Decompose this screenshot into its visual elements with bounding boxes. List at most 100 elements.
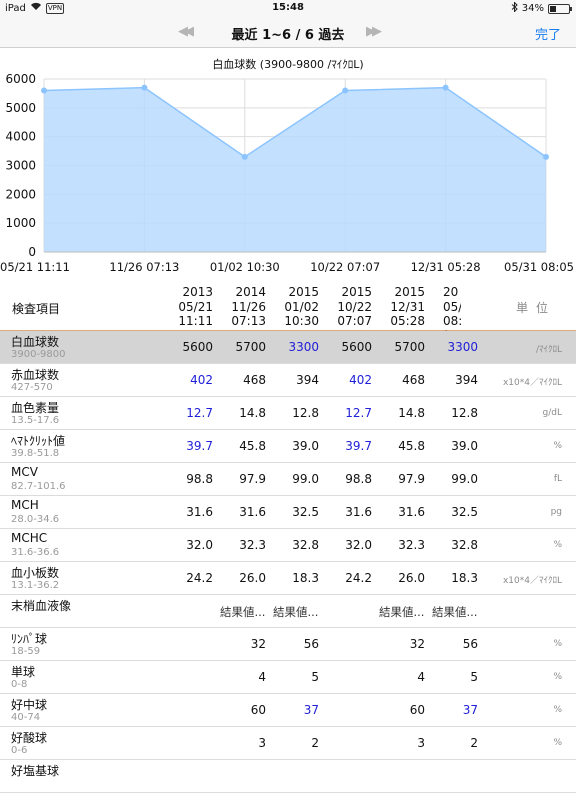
bluetooth-icon bbox=[511, 1, 518, 15]
result-value: 5700 bbox=[235, 340, 266, 354]
data-point bbox=[41, 87, 47, 94]
test-name: MCH bbox=[11, 498, 39, 512]
table-row[interactable]: 血色素量 13.5-17.6 12.7 14.8 12.8 12.7 14.8 12.8 g/d… bbox=[0, 397, 576, 430]
reference-range: 31.6-36.6 bbox=[11, 547, 60, 558]
result-value: 31.6 bbox=[186, 505, 213, 519]
result-value: 12.8 bbox=[292, 406, 319, 420]
header-unit-label: 単 位 bbox=[516, 301, 550, 315]
result-value: 32.5 bbox=[292, 505, 319, 519]
result-value: 24.2 bbox=[345, 571, 372, 585]
result-link[interactable]: 結果値... bbox=[379, 604, 431, 620]
unit-label: % bbox=[553, 705, 562, 715]
reference-range: 82.7-101.6 bbox=[11, 481, 66, 492]
table-row[interactable]: 末梢血液像 結果値... 結果値... 結果値... 結果値... bbox=[0, 595, 576, 628]
status-time: 15:48 bbox=[272, 2, 304, 13]
result-value: 26.0 bbox=[398, 571, 425, 585]
unit-label: g/dL bbox=[542, 408, 562, 418]
table-row[interactable]: 好酸球 0-6 3 2 3 2% bbox=[0, 727, 576, 760]
test-name: 好中球 bbox=[11, 698, 48, 712]
result-value: 37 bbox=[303, 703, 319, 717]
result-value: 98.8 bbox=[345, 472, 372, 486]
column-time: 11:11 bbox=[178, 314, 213, 328]
reference-range: 0-6 bbox=[11, 745, 28, 756]
data-point bbox=[543, 153, 549, 160]
result-value: 32.0 bbox=[186, 538, 213, 552]
test-name: MCHC bbox=[11, 531, 48, 545]
x-tick-label: 01/02 10:30 bbox=[210, 260, 280, 274]
result-value: 98.8 bbox=[186, 472, 213, 486]
result-value: 402 bbox=[190, 373, 213, 387]
header-item-label: 検査項目 bbox=[12, 302, 61, 316]
table-row[interactable]: 好中球 40-74 60 37 60 37% bbox=[0, 694, 576, 727]
column-year: 2013 bbox=[182, 285, 213, 299]
result-value: 39.0 bbox=[451, 439, 478, 453]
result-value: 2 bbox=[311, 736, 319, 750]
table-row[interactable]: MCV 82.7-101.6 98.8 97.9 99.0 98.8 97.9 99.0 fL bbox=[0, 463, 576, 496]
result-value: 39.7 bbox=[345, 439, 372, 453]
y-tick-label: 0 bbox=[28, 245, 36, 259]
table-row[interactable]: 血小板数 13.1-36.2 24.2 26.0 18.3 24.2 26.0 18.3 x10… bbox=[0, 562, 576, 595]
unit-label: % bbox=[553, 540, 562, 550]
unit-label: pg bbox=[550, 507, 562, 517]
table-row[interactable]: 白血球数 3900-9800 5600 5700 3300 5600 5700 3300/ﾏｲ… bbox=[0, 331, 576, 364]
column-date: 11/26 bbox=[231, 299, 266, 314]
results-table: 白血球数 3900-9800 5600 5700 3300 5600 5700 3300/ﾏｲ… bbox=[0, 331, 576, 793]
column-date: 05/: bbox=[443, 299, 461, 314]
result-value: 60 bbox=[250, 703, 266, 717]
result-value: 402 bbox=[349, 373, 372, 387]
table-row[interactable]: ﾘﾝﾊﾟ球 18-59 32 56 32 56% bbox=[0, 628, 576, 661]
table-row[interactable]: MCHC 31.6-36.6 32.0 32.3 32.8 32.0 32.3 32.8% bbox=[0, 529, 576, 562]
unit-label: % bbox=[553, 672, 562, 682]
y-tick-label: 4000 bbox=[5, 130, 36, 144]
result-value: 468 bbox=[402, 373, 425, 387]
result-value: 32.8 bbox=[292, 538, 319, 552]
result-link[interactable]: 結果値... bbox=[273, 604, 325, 620]
done-button[interactable]: 完了 bbox=[535, 24, 561, 43]
column-year: 20 bbox=[443, 285, 459, 299]
data-point bbox=[442, 84, 449, 91]
result-link[interactable]: 結果値... bbox=[220, 604, 272, 620]
test-name: 単球 bbox=[11, 665, 36, 679]
result-value: 39.7 bbox=[186, 439, 213, 453]
x-tick-label: 05/21 11:11 bbox=[0, 260, 70, 274]
result-value: 12.8 bbox=[451, 406, 478, 420]
result-value: 99.0 bbox=[292, 472, 319, 486]
table-row[interactable]: 赤血球数 427-570 402 468 394 402 468 394 x10*4／ﾏｲｸﾛL bbox=[0, 364, 576, 397]
reference-range: 28.0-34.6 bbox=[11, 514, 60, 525]
table-row[interactable]: MCH 28.0-34.6 31.6 31.6 32.5 31.6 31.6 32.5 pg bbox=[0, 496, 576, 529]
result-value: 99.0 bbox=[451, 472, 478, 486]
result-value: 37 bbox=[462, 703, 478, 717]
y-tick-label: 2000 bbox=[5, 187, 36, 201]
result-link[interactable]: 結果値... bbox=[432, 604, 484, 620]
result-value: 31.6 bbox=[398, 505, 425, 519]
result-value: 32.3 bbox=[398, 538, 425, 552]
y-tick-label: 3000 bbox=[5, 159, 36, 173]
table-row[interactable]: 好塩基球 bbox=[0, 760, 576, 793]
table-row[interactable]: 単球 0-8 4 5 4 5% bbox=[0, 661, 576, 694]
result-value: 97.9 bbox=[398, 472, 425, 486]
result-value: 32.8 bbox=[451, 538, 478, 552]
table-row[interactable]: ﾍﾏﾄｸﾘｯﾄ値 39.8-51.8 39.7 45.8 39.0 39.7 45.8 39.… bbox=[0, 430, 576, 463]
column-time: 07:07 bbox=[337, 314, 372, 328]
next-page-icon[interactable]: ▶▶ bbox=[366, 24, 382, 39]
column-year: 2015 bbox=[394, 285, 425, 299]
result-value: 3 bbox=[258, 736, 266, 750]
result-value: 394 bbox=[455, 373, 478, 387]
result-value: 56 bbox=[462, 637, 478, 651]
reference-range: 427-570 bbox=[11, 382, 53, 393]
column-year: 2015 bbox=[288, 285, 319, 299]
column-header-4: 2015 10/22 07:07 bbox=[320, 285, 372, 329]
reference-range: 13.5-17.6 bbox=[11, 415, 60, 426]
reference-range: 3900-9800 bbox=[11, 349, 66, 360]
result-value: 394 bbox=[296, 373, 319, 387]
wbc-chart: 白血球数 (3900-9800 /ﾏｲｸﾛL) 0 1000 2000 3000 4000… bbox=[0, 57, 574, 274]
test-name: 好塩基球 bbox=[11, 764, 60, 778]
result-value: 32.5 bbox=[451, 505, 478, 519]
data-point bbox=[342, 87, 349, 94]
column-header-5: 2015 12/31 05:28 bbox=[373, 285, 425, 329]
test-name: ﾍﾏﾄｸﾘｯﾄ値 bbox=[11, 434, 66, 448]
battery-percent: 34% bbox=[521, 3, 544, 14]
result-value: 468 bbox=[243, 373, 266, 387]
result-value: 12.7 bbox=[186, 406, 213, 420]
result-value: 3300 bbox=[447, 340, 478, 354]
